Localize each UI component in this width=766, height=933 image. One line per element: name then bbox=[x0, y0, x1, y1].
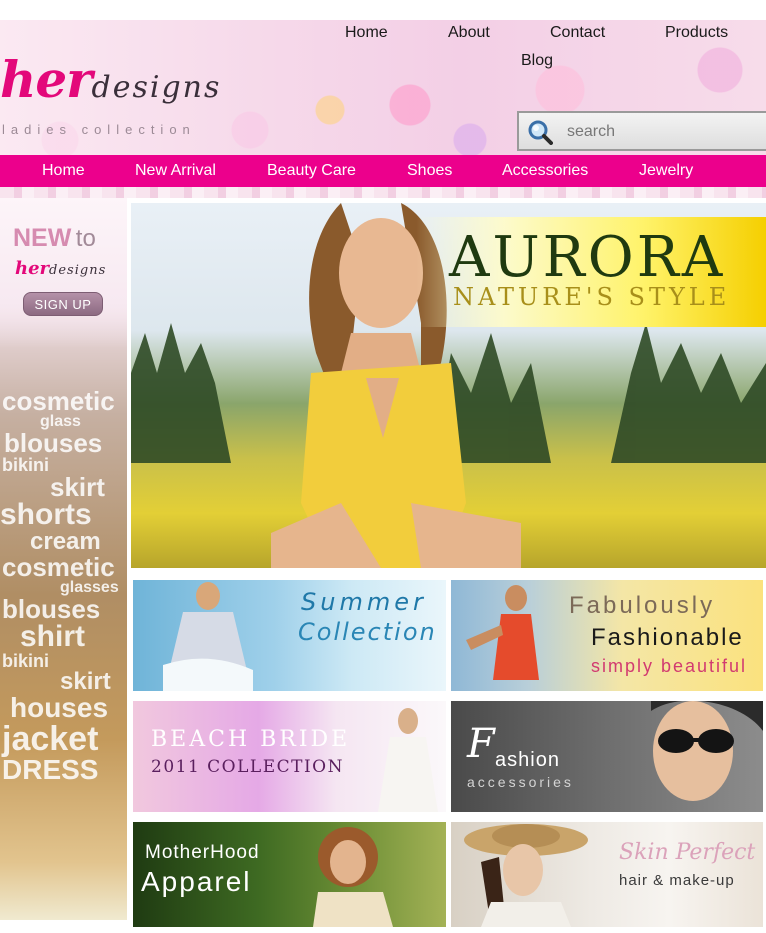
menu-item-accessories[interactable]: Accessories bbox=[502, 162, 588, 180]
tile-summer-line1: Summer bbox=[301, 588, 427, 616]
menu-item-new-arrival[interactable]: New Arrival bbox=[135, 162, 216, 180]
site-header: herdesigns ladies collection Home About … bbox=[0, 20, 766, 155]
hero-subtitle: NATURE'S STYLE bbox=[453, 283, 731, 311]
top-nav-about[interactable]: About bbox=[448, 24, 490, 42]
to-word: to bbox=[75, 225, 96, 252]
menu-item-home[interactable]: Home bbox=[42, 162, 85, 180]
tile-fabulously-line1: Fabulously bbox=[569, 592, 716, 619]
tile-fabulously-fashionable[interactable]: Fabulously Fashionable simply beautiful bbox=[451, 580, 763, 691]
menu-item-jewelry[interactable]: Jewelry bbox=[639, 162, 693, 180]
word-cloud-item: skirt bbox=[60, 668, 111, 695]
bride-image bbox=[378, 708, 438, 812]
top-nav-contact[interactable]: Contact bbox=[550, 24, 605, 42]
tile-fabulously-line2: Fashionable bbox=[591, 624, 744, 651]
word-cloud-item: shorts bbox=[0, 498, 92, 531]
word-cloud-item: houses bbox=[10, 692, 109, 723]
sign-up-button[interactable]: SIGN UP bbox=[23, 292, 103, 316]
tile-mother-line1: MotherHood bbox=[145, 842, 260, 863]
curly-hair-model-image bbox=[313, 827, 393, 927]
sidebar-logo: herdesigns bbox=[15, 258, 106, 279]
top-nav-blog[interactable]: Blog bbox=[521, 52, 553, 70]
hero-title: AURORA bbox=[449, 225, 726, 290]
site-logo[interactable]: herdesigns ladies collection bbox=[0, 50, 222, 137]
word-cloud-item: jacket bbox=[2, 720, 99, 758]
top-nav-home[interactable]: Home bbox=[345, 24, 388, 42]
logo-tagline: ladies collection bbox=[2, 122, 196, 137]
menu-item-beauty-care[interactable]: Beauty Care bbox=[267, 162, 356, 180]
tile-motherhood-apparel[interactable]: MotherHood Apparel bbox=[133, 822, 446, 927]
word-cloud-item: shirt bbox=[20, 620, 86, 653]
beach-model-image bbox=[163, 582, 253, 691]
word-cloud-item: skirt bbox=[50, 472, 105, 502]
tile-bride-line2: 2011 COLLECTION bbox=[151, 757, 344, 777]
model-with-sunglasses-image bbox=[651, 701, 763, 801]
search-input[interactable] bbox=[567, 120, 757, 144]
tile-skin-line1: Skin Perfect bbox=[619, 840, 756, 865]
word-cloud-item: blouses bbox=[4, 428, 103, 458]
tile-fashion-line1: ashion bbox=[495, 749, 560, 771]
tile-summer-line2: Collection bbox=[298, 618, 437, 646]
model-with-straw-hat-image bbox=[464, 824, 588, 927]
tile-bride-line1: BEACH BRIDE bbox=[151, 727, 351, 752]
sidebar-word-cloud: cosmetic glass blouses bikini skirt shor… bbox=[0, 388, 127, 784]
word-cloud-item: blouses bbox=[2, 594, 101, 624]
tile-skin-perfect[interactable]: Skin Perfect hair & make-up bbox=[451, 822, 763, 927]
word-cloud-item: DRESS bbox=[2, 754, 99, 785]
sidebar-promo: cosmetic glass blouses bikini skirt shor… bbox=[0, 198, 127, 920]
word-cloud-item: cream bbox=[30, 528, 101, 555]
new-to-heading: NEW to bbox=[13, 224, 96, 253]
tile-skin-line2: hair & make-up bbox=[619, 872, 735, 889]
tile-fashion-big-f: F bbox=[467, 721, 495, 767]
hero-banner[interactable]: AURORA NATURE'S STYLE bbox=[131, 203, 766, 568]
tile-mother-line2: Apparel bbox=[141, 866, 252, 897]
word-cloud-item: cosmetic bbox=[2, 386, 115, 416]
sidebar-logo-her: her bbox=[15, 258, 50, 279]
logo-designs: designs bbox=[91, 70, 222, 105]
top-nav-products[interactable]: Products bbox=[665, 24, 728, 42]
logo-her: her bbox=[0, 50, 93, 109]
menu-item-shoes[interactable]: Shoes bbox=[407, 162, 452, 180]
runway-model-image bbox=[466, 585, 539, 680]
search-icon[interactable] bbox=[527, 119, 553, 145]
word-cloud-item: cosmetic bbox=[2, 552, 115, 582]
tile-beach-bride[interactable]: BEACH BRIDE 2011 COLLECTION bbox=[133, 701, 446, 812]
tile-fashion-accessories[interactable]: F ashion accessories bbox=[451, 701, 763, 812]
tile-summer-collection[interactable]: Summer Collection bbox=[133, 580, 446, 691]
tile-fashion-line2: accessories bbox=[467, 774, 574, 790]
sidebar-logo-designs: designs bbox=[49, 263, 107, 278]
tile-fabulously-line3: simply beautiful bbox=[591, 656, 748, 676]
new-word: NEW bbox=[13, 224, 72, 252]
menu-decor-strip bbox=[0, 187, 766, 198]
top-nav: Home About Contact Products Blog bbox=[318, 24, 766, 80]
main-menu: Home New Arrival Beauty Care Shoes Acces… bbox=[0, 155, 766, 187]
search-box bbox=[517, 111, 766, 151]
